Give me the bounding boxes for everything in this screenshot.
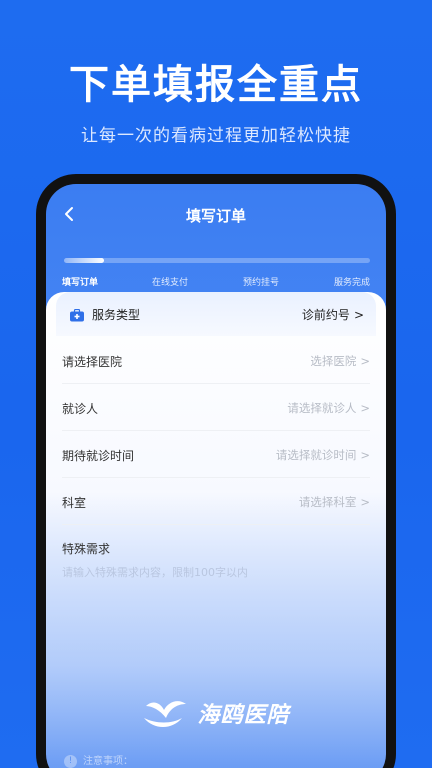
progress-bar xyxy=(64,258,370,263)
phone-frame: 填写订单 填写订单 在线支付 预约挂号 服务完成 服务类型 诊前约号 > 请选择… xyxy=(36,174,396,768)
department-value: 请选择科室 > xyxy=(298,495,370,509)
chevron-right-icon: > xyxy=(360,401,370,415)
visit-time-label: 期待就诊时间 xyxy=(62,449,135,463)
brand-name: 海鸥医陪 xyxy=(197,703,290,728)
nav-bar: 填写订单 xyxy=(46,184,386,246)
visit-time-row[interactable]: 期待就诊时间 请选择就诊时间 > xyxy=(62,432,370,478)
service-type-label: 服务类型 xyxy=(92,308,141,322)
hospital-value: 选择医院 > xyxy=(310,354,370,368)
service-type-row[interactable]: 服务类型 诊前约号 > xyxy=(56,292,376,336)
hospital-row[interactable]: 请选择医院 选择医院 > xyxy=(62,338,370,384)
step-fill-order: 填写订单 xyxy=(62,278,99,288)
hospital-label: 请选择医院 xyxy=(62,355,123,369)
department-row[interactable]: 科室 请选择科室 > xyxy=(62,479,370,525)
step-complete: 服务完成 xyxy=(334,278,371,288)
medical-kit-icon xyxy=(70,307,84,322)
progress-fill xyxy=(64,258,104,263)
chevron-right-icon: > xyxy=(360,354,370,368)
seagull-logo-icon xyxy=(144,701,187,727)
app-screen: 填写订单 填写订单 在线支付 预约挂号 服务完成 服务类型 诊前约号 > 请选择… xyxy=(46,184,386,768)
chevron-right-icon: > xyxy=(360,448,370,462)
visit-time-value: 请选择就诊时间 > xyxy=(275,448,370,462)
patient-label: 就诊人 xyxy=(62,402,99,416)
promo-headline: 下单填报全重点 xyxy=(69,62,363,108)
step-online-pay: 在线支付 xyxy=(152,278,189,288)
step-booking: 预约挂号 xyxy=(243,278,280,288)
info-icon: ! xyxy=(64,754,77,768)
patient-row[interactable]: 就诊人 请选择就诊人 > xyxy=(62,385,370,431)
special-needs-input[interactable]: 请输入特殊需求内容，限制100字以内 xyxy=(62,564,248,580)
chevron-right-icon: > xyxy=(360,495,370,509)
patient-value: 请选择就诊人 > xyxy=(287,401,370,415)
department-label: 科室 xyxy=(62,496,87,510)
special-needs-label: 特殊需求 xyxy=(62,542,111,556)
service-type-value: 诊前约号 > xyxy=(301,308,364,322)
chevron-right-icon: > xyxy=(353,308,364,322)
brand-logo: 海鸥医陪 xyxy=(0,696,432,736)
page-title: 填写订单 xyxy=(185,207,246,225)
step-indicator: 填写订单 在线支付 预约挂号 服务完成 xyxy=(62,275,372,289)
notice-label: 注意事项： xyxy=(83,756,133,767)
promo-subline: 让每一次的看病过程更加轻松快捷 xyxy=(81,126,351,146)
notice-section: ! 注意事项： xyxy=(64,752,133,768)
